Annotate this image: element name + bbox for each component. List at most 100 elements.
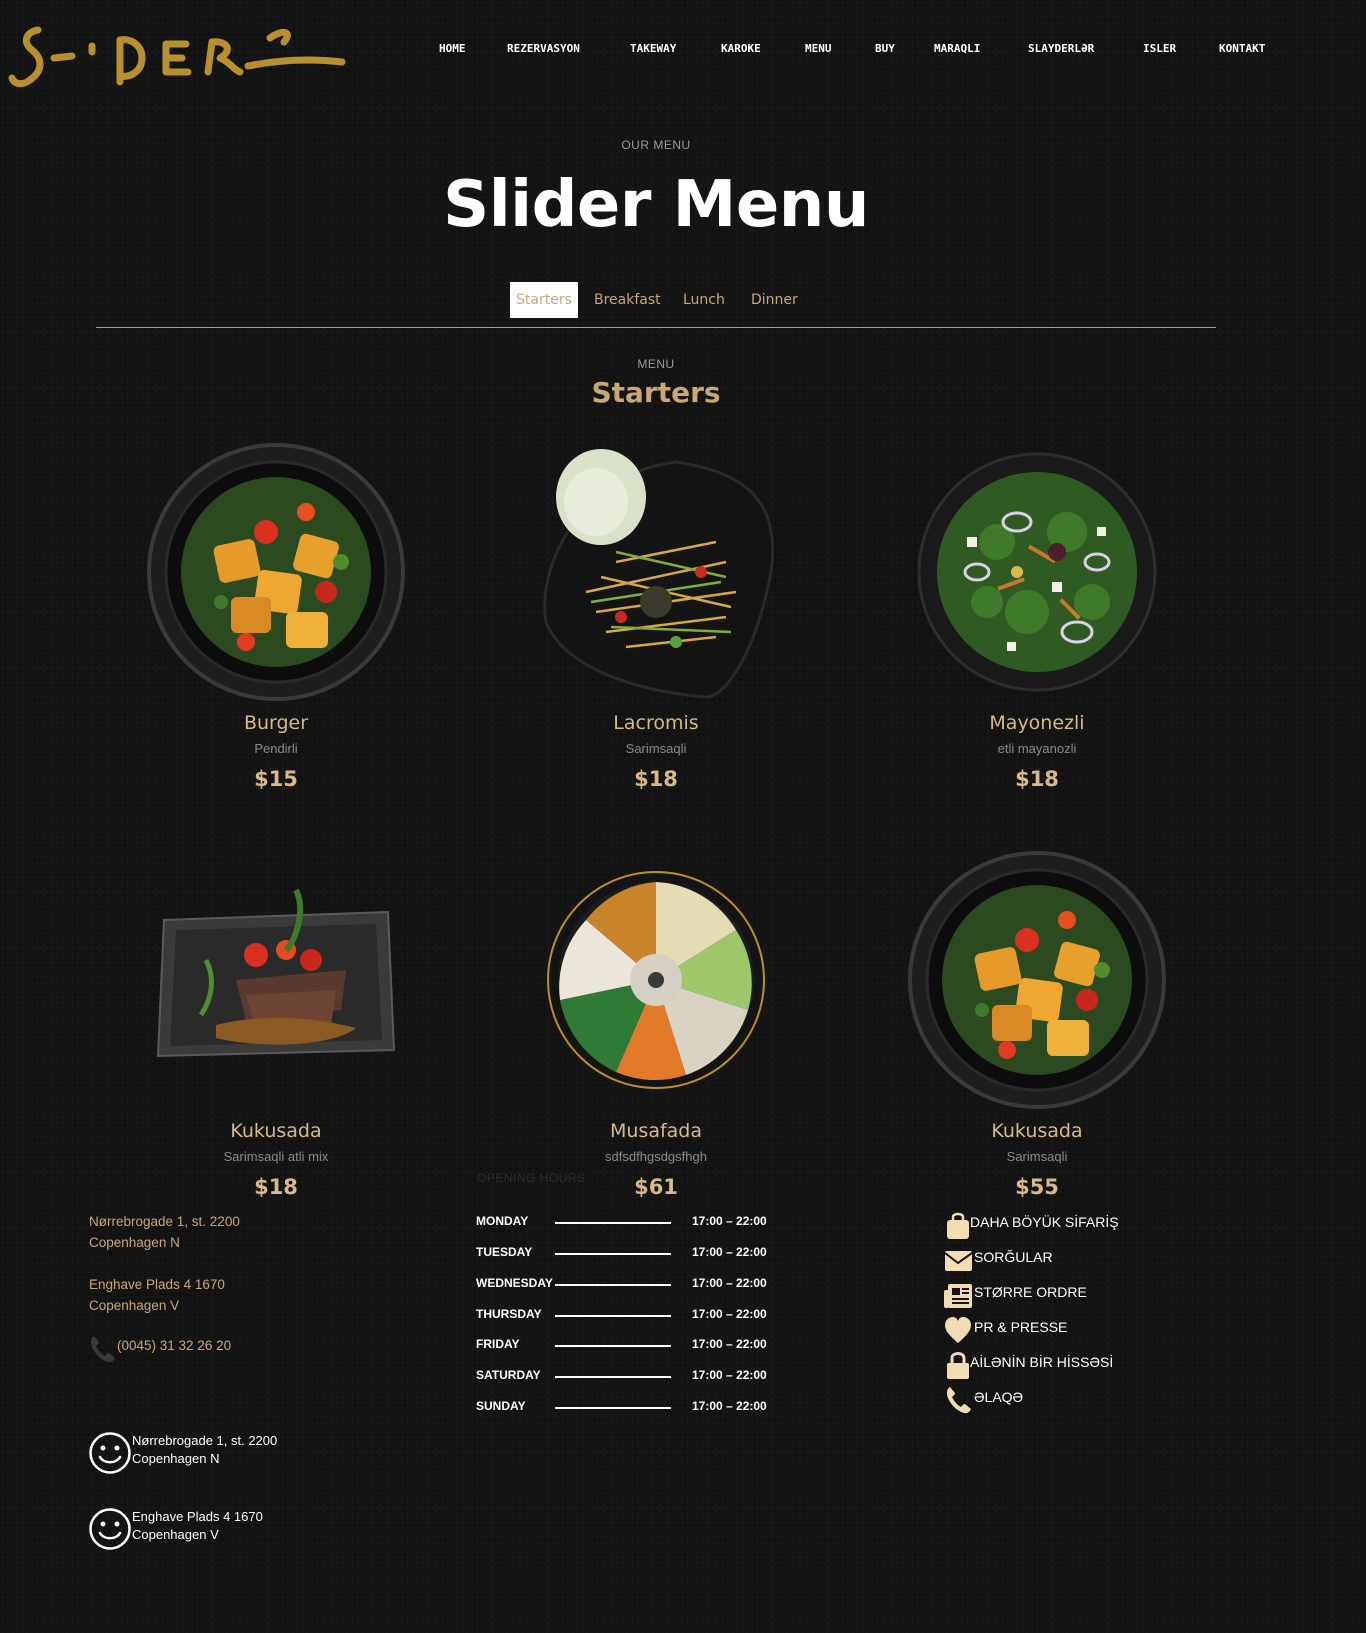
tofu-bowl-image [908, 851, 1166, 1109]
papaya-salad-image [543, 449, 775, 699]
envelope-icon [944, 1251, 972, 1271]
link-label: STØRRE ORDRE [974, 1284, 1087, 1300]
hours-row: TUESDAY 17:00 – 22:00 [476, 1245, 776, 1261]
hours-time: 17:00 – 22:00 [692, 1276, 767, 1290]
dish-name: Kukusada [230, 1120, 322, 1142]
hours-day: TUESDAY [476, 1245, 533, 1259]
link-pr-presse[interactable]: PR & PRESSE [944, 1315, 1164, 1345]
heart-icon [945, 1317, 971, 1343]
nav-kontakt[interactable]: KONTAKT [1219, 42, 1265, 55]
phone-number[interactable]: (0045) 31 32 26 20 [117, 1338, 231, 1353]
link-stoerre-ordre[interactable]: STØRRE ORDRE [944, 1280, 1164, 1310]
address-line: Enghave Plads 4 1670 [89, 1277, 225, 1292]
link-contact[interactable]: ƏLAQƏ [944, 1385, 1164, 1415]
hours-time: 17:00 – 22:00 [692, 1368, 767, 1382]
dish-description: Sarimsaqli atli mix [223, 1149, 329, 1164]
poke-bowl-image [547, 871, 765, 1089]
menu-item-card[interactable]: Lacromis Sarimsaqli $18 [466, 442, 846, 802]
main-nav: HOME REZERVASYON TAKEWAY KAROKE MENU BUY… [0, 42, 1312, 56]
hours-time: 17:00 – 22:00 [692, 1214, 767, 1228]
address-line: Copenhagen V [89, 1298, 180, 1313]
nav-takeway[interactable]: TAKEWAY [630, 42, 676, 55]
hero-eyebrow: OUR MENU [621, 138, 691, 152]
nav-slayderler[interactable]: SLAYDERLƏR [1028, 42, 1094, 55]
hours-row: WEDNESDAY 17:00 – 22:00 [476, 1276, 776, 1292]
link-label: SORĞULAR [974, 1249, 1053, 1265]
tab-lunch[interactable]: Lunch [683, 282, 725, 318]
nav-menu[interactable]: MENU [805, 42, 832, 55]
hours-day: MONDAY [476, 1214, 529, 1228]
link-family[interactable]: AİLƏNİN BİR HİSSƏSİ [944, 1350, 1164, 1380]
menu-item-card[interactable]: Kukusada Sarimsaqli $55 [847, 850, 1227, 1210]
section-title: Starters [591, 376, 721, 409]
dish-price: $55 [1015, 1175, 1059, 1199]
dish-description: etli mayanozli [997, 741, 1077, 756]
dish-price: $18 [634, 767, 678, 791]
dish-name: Kukusada [991, 1120, 1083, 1142]
menu-item-card[interactable]: Burger Pendirli $15 [86, 442, 466, 802]
dish-description: sdfsdfhgsdgsfhgh [605, 1149, 707, 1164]
hours-time: 17:00 – 22:00 [692, 1307, 767, 1321]
dish-name: Lacromis [613, 712, 699, 734]
location-address: Enghave Plads 4 1670 Copenhagen V [132, 1508, 263, 1544]
newspaper-icon [944, 1284, 972, 1308]
link-larger-order[interactable]: DAHA BÖYÜK SİFARİŞ [944, 1210, 1164, 1240]
link-label: ƏLAQƏ [974, 1389, 1024, 1405]
menu-item-card[interactable]: Kukusada Sarimsaqli atli mix $18 [86, 850, 466, 1210]
shopping-bag-icon [947, 1212, 969, 1239]
hours-time: 17:00 – 22:00 [692, 1245, 767, 1259]
hours-day: THURSDAY [476, 1307, 542, 1321]
nav-rezervasyon[interactable]: REZERVASYON [507, 42, 580, 55]
hours-time: 17:00 – 22:00 [692, 1399, 767, 1413]
brand-logo[interactable] [8, 22, 348, 94]
hours-divider [555, 1222, 671, 1224]
page-title: Slider Menu [443, 168, 869, 242]
tab-breakfast[interactable]: Breakfast [594, 282, 661, 318]
section-eyebrow: MENU [637, 357, 675, 371]
nav-home[interactable]: HOME [439, 42, 466, 55]
hours-day: SATURDAY [476, 1368, 541, 1382]
phone-icon [946, 1387, 971, 1414]
address-line: Copenhagen V [132, 1527, 219, 1542]
nav-karoke[interactable]: KAROKE [721, 42, 761, 55]
hours-row: FRIDAY 17:00 – 22:00 [476, 1337, 776, 1353]
link-label: AİLƏNİN BİR HİSSƏSİ [970, 1354, 1114, 1370]
hours-divider [555, 1253, 671, 1255]
tab-starters[interactable]: Starters [510, 282, 578, 318]
tofu-bowl-image [147, 443, 405, 701]
hours-time: 17:00 – 22:00 [692, 1337, 767, 1351]
dish-name: Mayonezli [989, 712, 1085, 734]
link-label: DAHA BÖYÜK SİFARİŞ [970, 1214, 1119, 1230]
tabs-divider [96, 327, 1216, 328]
address-line: Nørrebrogade 1, st. 2200 [89, 1214, 240, 1229]
hours-divider [555, 1407, 671, 1409]
dish-description: Sarimsaqli [625, 741, 687, 756]
hours-row: MONDAY 17:00 – 22:00 [476, 1214, 776, 1230]
smiley-icon [89, 1508, 131, 1550]
nav-maraqli[interactable]: MARAQLI [934, 42, 980, 55]
nav-buy[interactable]: BUY [875, 42, 895, 55]
green-salad-image [917, 452, 1157, 692]
tab-dinner[interactable]: Dinner [751, 282, 798, 318]
link-label: PR & PRESSE [974, 1319, 1068, 1335]
menu-tabs: Starters Breakfast Lunch Dinner [0, 282, 1312, 318]
menu-item-card[interactable]: Musafada sdfsdfhgsdgsfhgh $61 [466, 850, 846, 1210]
location-address: Nørrebrogade 1, st. 2200 Copenhagen N [132, 1432, 277, 1468]
dish-price: $15 [254, 767, 298, 791]
location-item[interactable]: Enghave Plads 4 1670 Copenhagen V [88, 1507, 348, 1553]
hours-row: SATURDAY 17:00 – 22:00 [476, 1368, 776, 1384]
address-line: Enghave Plads 4 1670 [132, 1509, 263, 1524]
dish-description: Sarimsaqli [1006, 1149, 1068, 1164]
hours-divider [555, 1376, 671, 1378]
dish-name: Burger [243, 712, 309, 734]
nav-isler[interactable]: ISLER [1143, 42, 1176, 55]
hours-divider [555, 1315, 671, 1317]
footer-address-1: Nørrebrogade 1, st. 2200 Copenhagen N [89, 1211, 240, 1253]
phone-icon [90, 1336, 115, 1363]
hours-day: SUNDAY [476, 1399, 526, 1413]
menu-item-card[interactable]: Mayonezli etli mayanozli $18 [847, 442, 1227, 802]
lock-icon [947, 1352, 969, 1379]
link-inquiries[interactable]: SORĞULAR [944, 1245, 1164, 1275]
hours-row: SUNDAY 17:00 – 22:00 [476, 1399, 776, 1415]
location-item[interactable]: Nørrebrogade 1, st. 2200 Copenhagen N [88, 1431, 348, 1477]
